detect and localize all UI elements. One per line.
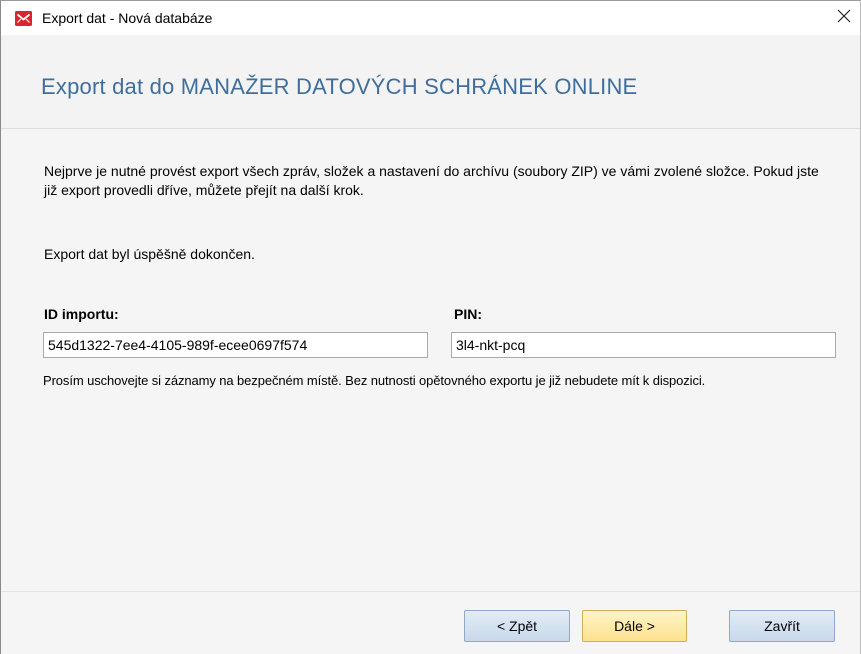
page-title: Export dat do MANAŽER DATOVÝCH SCHRÁNEK … bbox=[41, 74, 638, 99]
close-window-button[interactable] bbox=[829, 4, 859, 32]
dialog-content: Nejprve je nutné provést export všech zp… bbox=[1, 129, 860, 591]
window-title: Export dat - Nová databáze bbox=[42, 10, 213, 26]
export-description: Nejprve je nutné provést export všech zp… bbox=[44, 163, 819, 198]
close-icon bbox=[837, 9, 851, 28]
import-id-field[interactable] bbox=[43, 332, 428, 358]
next-button[interactable]: Dále > bbox=[582, 610, 687, 642]
dialog-header: Export dat do MANAŽER DATOVÝCH SCHRÁNEK … bbox=[1, 35, 860, 129]
pin-label: PIN: bbox=[454, 306, 482, 322]
safekeeping-note: Prosím uschovejte si záznamy na bezpečné… bbox=[43, 373, 706, 388]
title-bar[interactable]: Export dat - Nová databáze bbox=[1, 1, 860, 35]
mail-app-icon bbox=[15, 11, 32, 26]
import-id-label: ID importu: bbox=[44, 306, 119, 322]
export-status: Export dat byl úspěšně dokončen. bbox=[44, 246, 255, 262]
pin-field[interactable] bbox=[451, 332, 836, 358]
export-dialog: Export dat - Nová databáze Export dat do… bbox=[0, 0, 861, 654]
back-button[interactable]: < Zpět bbox=[464, 610, 570, 642]
dialog-footer: < Zpět Dále > Zavřít bbox=[1, 591, 860, 654]
close-button[interactable]: Zavřít bbox=[729, 610, 835, 642]
